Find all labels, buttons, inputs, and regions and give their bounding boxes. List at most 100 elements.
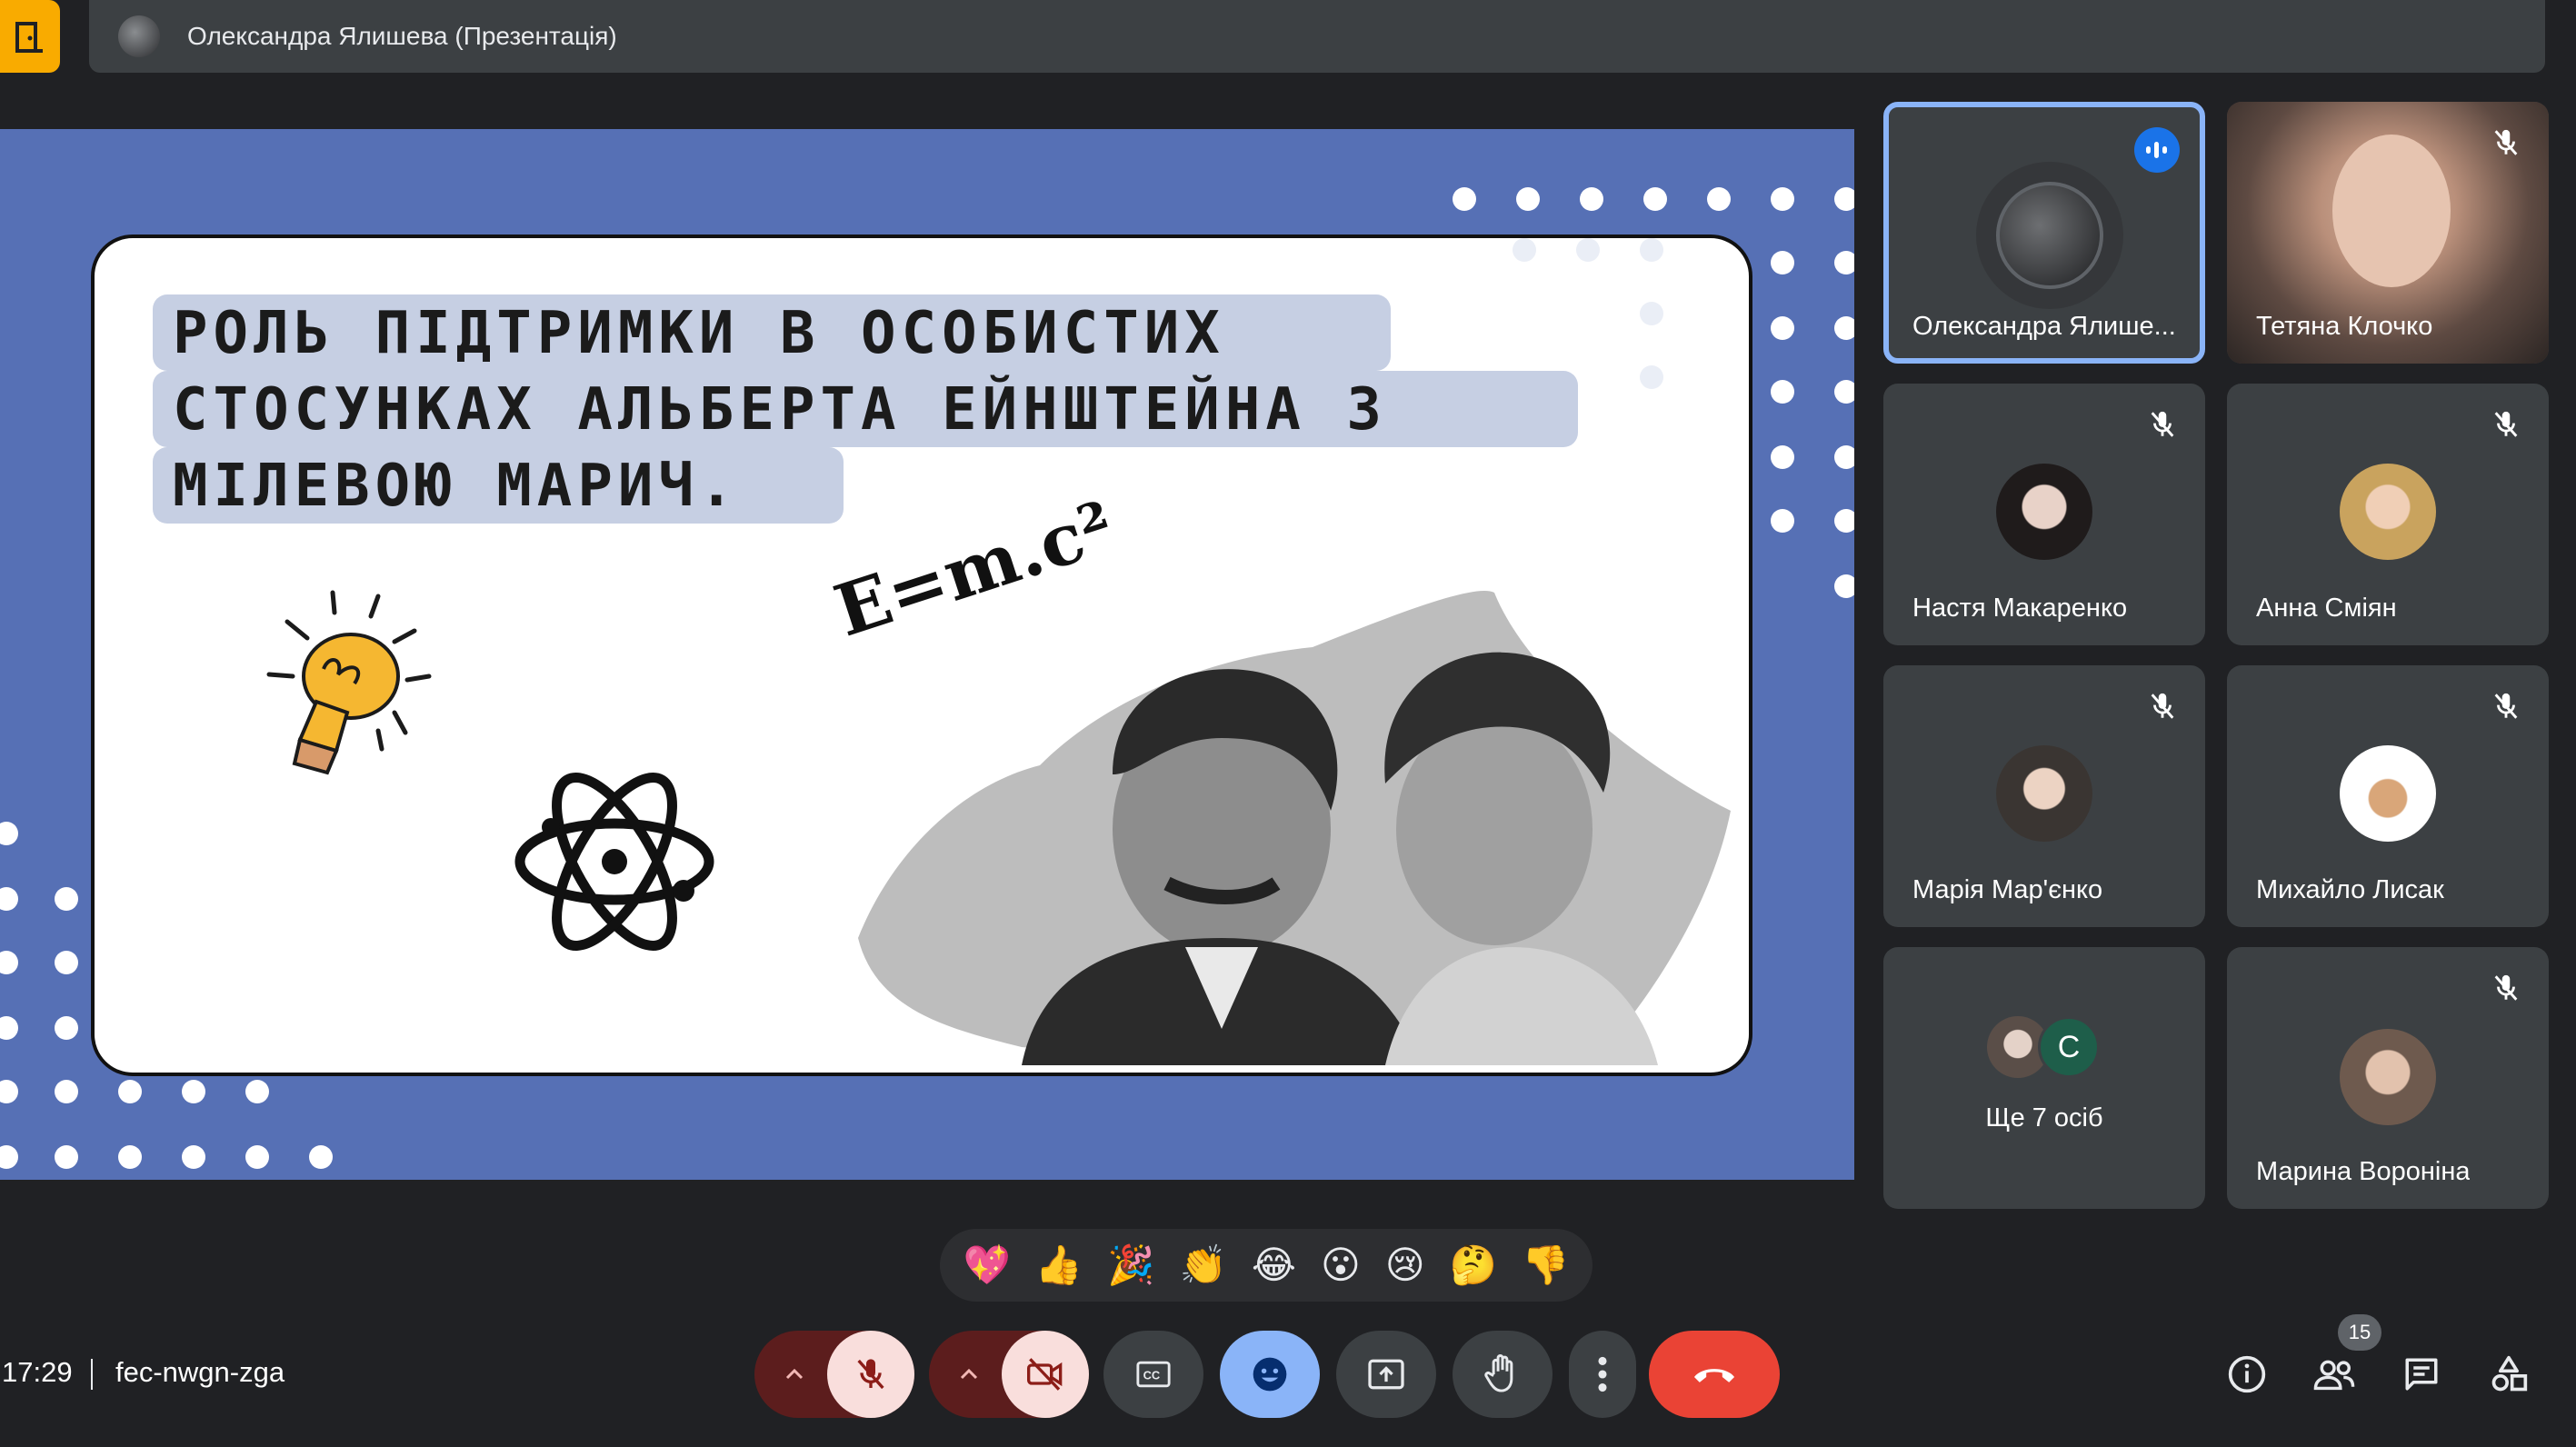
decor-dot	[55, 1080, 78, 1103]
slide-title-line-2: СТОСУНКАХ АЛЬБЕРТА ЕЙНШТЕЙНА З	[173, 376, 1387, 444]
avatar-initial: C	[2038, 1016, 2100, 1078]
reaction-sad[interactable]: 😢	[1385, 1246, 1425, 1284]
decor-dot	[55, 1016, 78, 1040]
decor-dot	[1580, 187, 1603, 211]
participant-tile[interactable]: Марія Мар'єнко	[1883, 665, 2205, 927]
divider	[91, 1359, 93, 1390]
leave-call-button[interactable]	[1649, 1331, 1780, 1418]
microphone-toggle-button[interactable]	[827, 1331, 914, 1418]
decor-dot	[1771, 380, 1794, 404]
decor-dot	[182, 1145, 205, 1169]
reaction-thinking[interactable]: 🤔	[1450, 1246, 1497, 1284]
video-options-button[interactable]	[929, 1331, 1009, 1418]
avatar	[1996, 464, 2092, 560]
presenter-bar: Олександра Ялишева (Презентація)	[89, 0, 2545, 73]
decor-dot	[0, 1145, 18, 1169]
meeting-code[interactable]: fec-nwgn-zga	[115, 1356, 285, 1389]
mic-off-icon	[2494, 411, 2518, 437]
mic-off-icon	[857, 1359, 884, 1390]
participant-tile[interactable]: Анна Сміян	[2227, 384, 2549, 645]
decor-dot	[0, 1016, 18, 1040]
chevron-up-icon	[785, 1368, 804, 1380]
door-icon	[15, 22, 43, 53]
decor-dot	[1834, 445, 1854, 469]
participant-tile[interactable]: Михайло Лисак	[2227, 665, 2549, 927]
reactions-button[interactable]	[1220, 1331, 1320, 1418]
decor-dot	[1834, 187, 1854, 211]
reaction-thumbs-down[interactable]: 👎	[1522, 1246, 1569, 1284]
more-options-button[interactable]	[1569, 1331, 1636, 1418]
reaction-clap[interactable]: 👏	[1180, 1246, 1227, 1284]
decor-dot	[1516, 187, 1540, 211]
people-icon	[2313, 1360, 2355, 1391]
decor-dot	[1513, 238, 1536, 262]
meeting-activities-button[interactable]	[0, 0, 60, 73]
decor-dot	[118, 1145, 142, 1169]
avatar	[2340, 464, 2436, 560]
decor-dot	[1707, 187, 1731, 211]
present-to-all-icon	[1368, 1359, 1404, 1390]
decor-dot	[0, 1080, 18, 1103]
reaction-surprised[interactable]: 😮	[1321, 1246, 1361, 1284]
mic-off-icon	[2494, 129, 2518, 155]
participant-name: Олександра Ялише...	[1912, 312, 2176, 341]
participant-tile[interactable]: Марина Вороніна	[2227, 947, 2549, 1209]
call-end-icon	[1693, 1369, 1735, 1382]
emoji-icon	[1253, 1357, 1287, 1392]
closed-captions-icon: CC	[1136, 1361, 1171, 1388]
mic-off-icon	[2494, 974, 2518, 1001]
participant-name: Марія Мар'єнко	[1912, 875, 2103, 904]
decor-dot	[1771, 316, 1794, 340]
participant-tile[interactable]: Настя Макаренко	[1883, 384, 2205, 645]
captions-button[interactable]: CC	[1103, 1331, 1203, 1418]
reactions-bar: 💖 👍 🎉 👏 😂 😮 😢 🤔 👎	[940, 1229, 1593, 1302]
decor-dot	[1834, 509, 1854, 533]
decor-dot	[245, 1080, 269, 1103]
avatar	[1996, 182, 2103, 289]
participant-name: Анна Сміян	[2256, 594, 2397, 623]
present-screen-button[interactable]	[1336, 1331, 1436, 1418]
meeting-time: 17:29	[2, 1356, 73, 1388]
reaction-party[interactable]: 🎉	[1107, 1246, 1154, 1284]
camera-off-icon	[1026, 1358, 1063, 1391]
reaction-heart[interactable]: 💖	[964, 1246, 1011, 1284]
decor-dot	[1640, 365, 1663, 389]
decor-dot	[0, 951, 18, 974]
decor-dot	[1834, 316, 1854, 340]
camera-toggle-button[interactable]	[1002, 1331, 1089, 1418]
decor-dot	[55, 951, 78, 974]
participant-tile[interactable]: Тетяна Клочко	[2227, 102, 2549, 364]
info-icon	[2228, 1355, 2266, 1393]
light-bulb-icon	[266, 590, 432, 775]
slide-card: РОЛЬ ПІДТРИМКИ В ОСОБИСТИХ СТОСУНКАХ АЛЬ…	[91, 235, 1752, 1076]
einstein-maric-photo	[858, 591, 1731, 1065]
audio-control-group	[754, 1331, 914, 1418]
decor-dot	[1834, 251, 1854, 274]
activities-button[interactable]	[2483, 1349, 2534, 1400]
participant-name: Настя Макаренко	[1912, 594, 2128, 623]
speaking-indicator-icon	[2134, 127, 2180, 173]
chat-button[interactable]	[2396, 1349, 2447, 1400]
decor-dot	[1576, 238, 1600, 262]
decor-dot	[1643, 187, 1667, 211]
raise-hand-button[interactable]	[1453, 1331, 1553, 1418]
decor-dot	[55, 1145, 78, 1169]
slide-title-line-1: РОЛЬ ПІДТРИМКИ В ОСОБИСТИХ	[173, 300, 1225, 367]
decor-dot	[118, 1080, 142, 1103]
people-count-badge: 15	[2338, 1314, 2381, 1351]
decor-dot	[1453, 187, 1476, 211]
participant-tile-presenter[interactable]: Олександра Ялише...	[1883, 102, 2205, 364]
audio-options-button[interactable]	[754, 1331, 834, 1418]
decor-dot	[245, 1145, 269, 1169]
chevron-up-icon	[960, 1368, 978, 1380]
reaction-laugh[interactable]: 😂	[1252, 1246, 1296, 1284]
presentation-slide: РОЛЬ ПІДТРИМКИ В ОСОБИСТИХ СТОСУНКАХ АЛЬ…	[0, 129, 1854, 1180]
decor-dot	[55, 887, 78, 911]
people-button[interactable]	[2309, 1349, 2360, 1400]
meeting-details-button[interactable]	[2222, 1349, 2272, 1400]
decor-dot	[0, 887, 18, 911]
reaction-thumbs-up[interactable]: 👍	[1035, 1246, 1083, 1284]
decor-dot	[1640, 238, 1663, 262]
avatar	[2340, 745, 2436, 842]
participant-tile-others[interactable]: C Ще 7 осіб	[1883, 947, 2205, 1209]
